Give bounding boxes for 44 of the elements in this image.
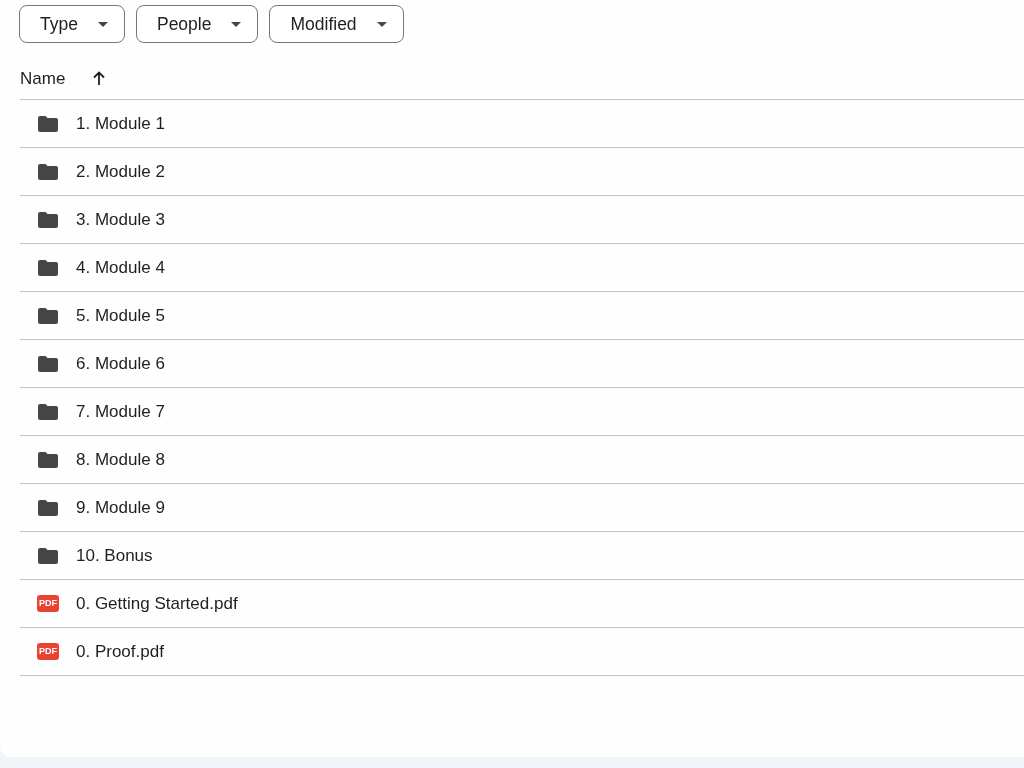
file-list-item[interactable]: 1. Module 1 <box>20 100 1024 148</box>
file-name: 0. Proof.pdf <box>76 641 164 662</box>
file-name: 5. Module 5 <box>76 305 165 326</box>
file-type-badge: PDF <box>37 595 59 612</box>
file-list-item[interactable]: 4. Module 4 <box>20 244 1024 292</box>
folder-icon <box>38 163 58 180</box>
folder-icon <box>38 499 58 516</box>
file-list-item[interactable]: 7. Module 7 <box>20 388 1024 436</box>
file-list-item[interactable]: 10. Bonus <box>20 532 1024 580</box>
file-type-badge: PDF <box>37 643 59 660</box>
file-list-item[interactable]: PDF 0. Proof.pdf <box>20 628 1024 676</box>
file-list-item[interactable]: 5. Module 5 <box>20 292 1024 340</box>
file-name: 8. Module 8 <box>76 449 165 470</box>
filter-dropdown[interactable]: Modified <box>269 5 404 43</box>
file-list-item[interactable]: 9. Module 9 <box>20 484 1024 532</box>
file-list-item[interactable]: 8. Module 8 <box>20 436 1024 484</box>
file-name: 1. Module 1 <box>76 113 165 134</box>
caret-icon <box>231 21 242 27</box>
filter-dropdown[interactable]: People <box>135 5 259 43</box>
file-name: 4. Module 4 <box>76 257 165 278</box>
caret-icon <box>376 21 387 27</box>
folder-icon <box>38 547 58 564</box>
folder-icon <box>38 211 58 228</box>
column-header[interactable]: Name <box>20 69 66 89</box>
file-name: 6. Module 6 <box>76 353 165 374</box>
folder-icon <box>38 451 58 468</box>
folder-icon <box>38 355 58 372</box>
file-name: 9. Module 9 <box>76 497 165 518</box>
file-list-item[interactable]: 6. Module 6 <box>20 340 1024 388</box>
file-name: 7. Module 7 <box>76 401 165 422</box>
folder-icon <box>38 307 58 324</box>
file-list-item[interactable]: PDF 0. Getting Started.pdf <box>20 580 1024 628</box>
file-name: 2. Module 2 <box>76 161 165 182</box>
filter-dropdown[interactable]: Type <box>19 5 125 43</box>
file-list-item[interactable]: 2. Module 2 <box>20 148 1024 196</box>
caret-icon <box>97 21 108 27</box>
file-name: 3. Module 3 <box>76 209 165 230</box>
sort-arrow-icon[interactable] <box>93 71 106 85</box>
folder-icon <box>38 115 58 132</box>
file-name: 10. Bonus <box>76 545 153 566</box>
file-name: 0. Getting Started.pdf <box>76 593 238 614</box>
file-list-item[interactable]: 3. Module 3 <box>20 196 1024 244</box>
folder-icon <box>38 403 58 420</box>
folder-icon <box>38 259 58 276</box>
